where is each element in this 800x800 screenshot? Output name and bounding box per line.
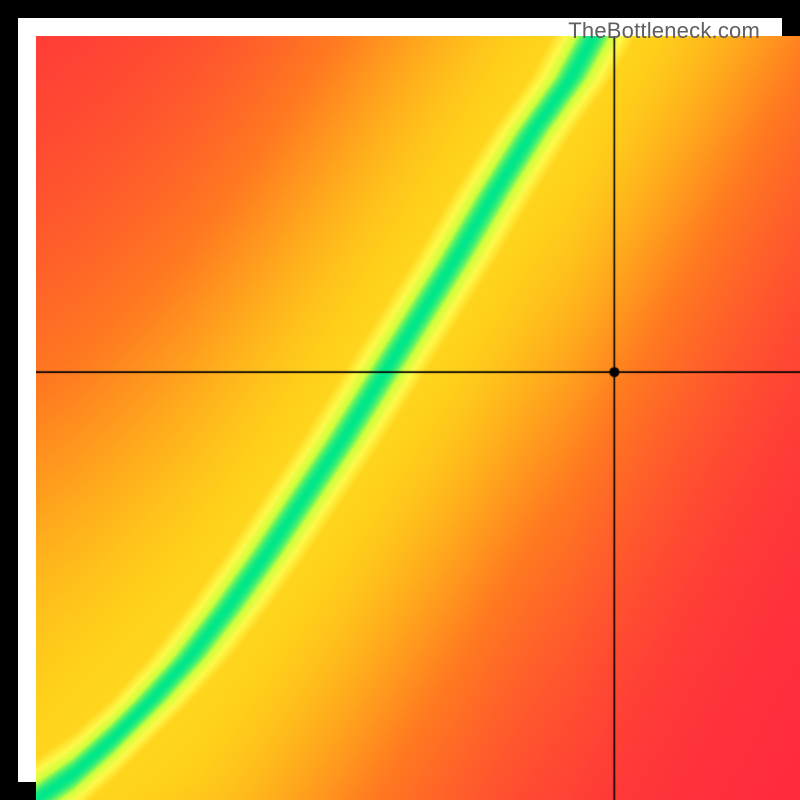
- bottleneck-heatmap: [36, 36, 800, 800]
- attribution-text: TheBottleneck.com: [568, 18, 760, 44]
- chart-frame: TheBottleneck.com: [0, 0, 800, 800]
